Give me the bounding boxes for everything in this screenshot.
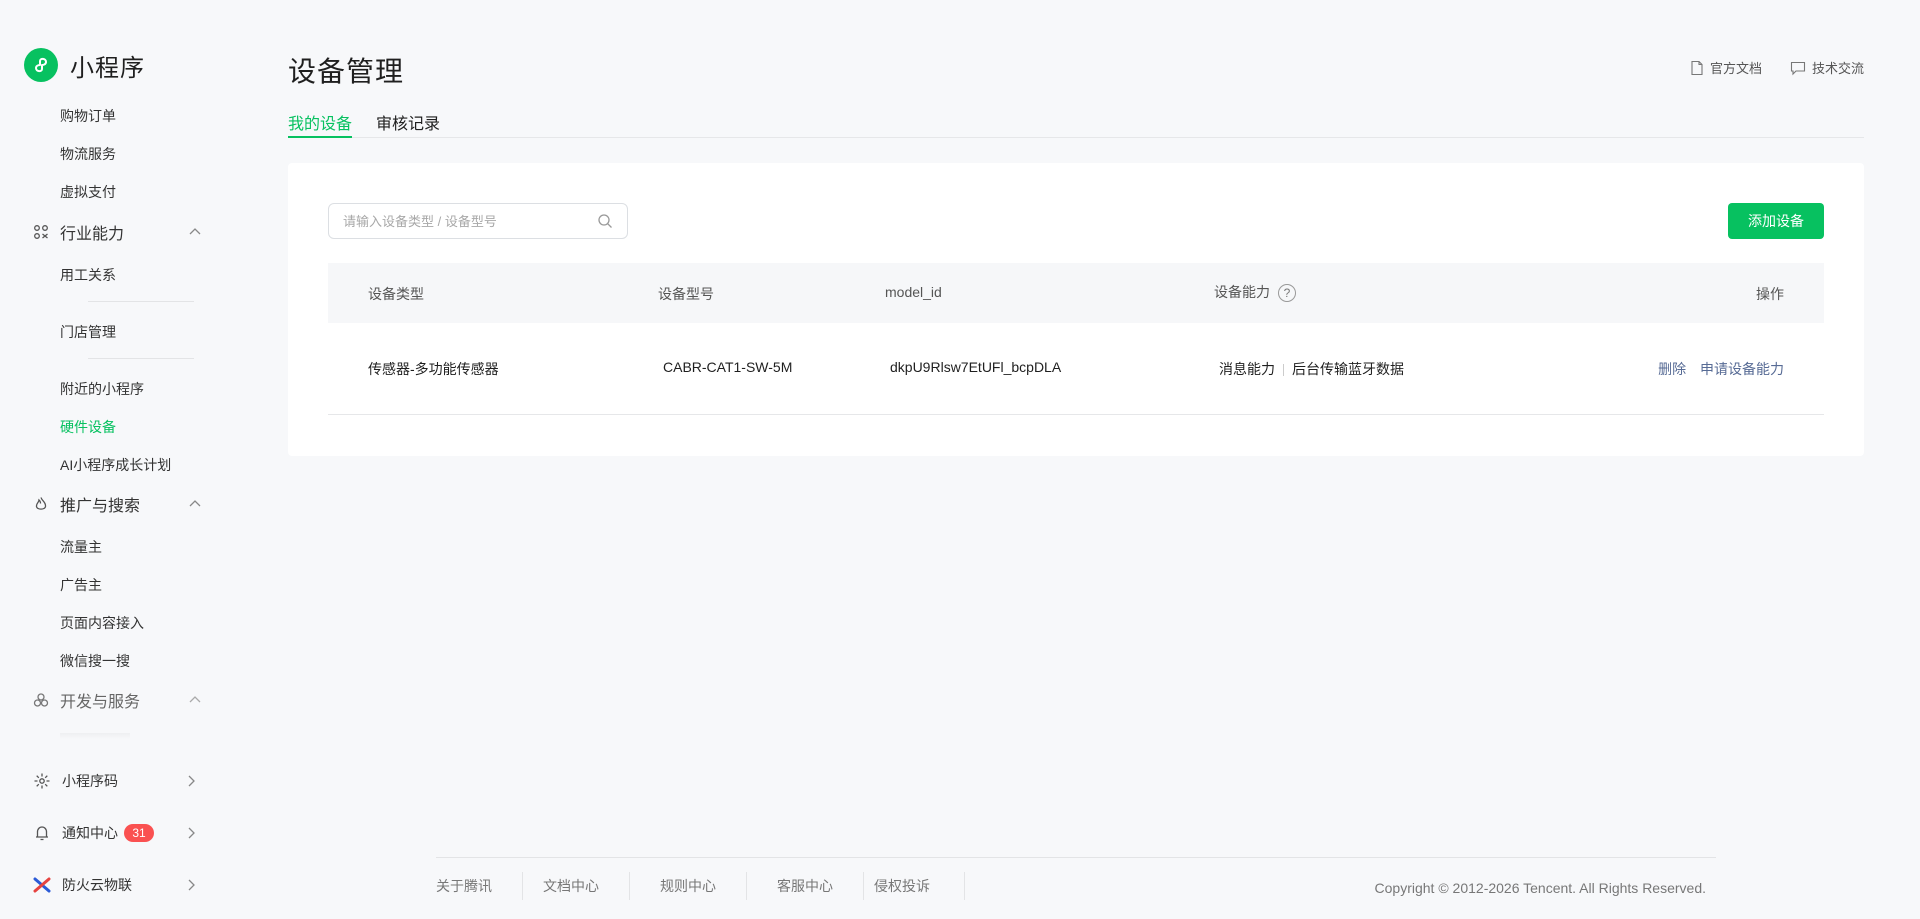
column-header-type: 设备类型: [368, 286, 424, 302]
bell-icon: [32, 823, 52, 843]
sidebar-group-industry[interactable]: 行业能力: [32, 220, 202, 244]
notification-count-badge: 31: [124, 824, 154, 842]
chevron-up-icon[interactable]: [188, 693, 202, 707]
sidebar-item-traffic-owner[interactable]: 流量主: [60, 537, 102, 557]
copyright: Copyright © 2012-2026 Tencent. All Right…: [1374, 880, 1706, 896]
add-device-button[interactable]: 添加设备: [1728, 203, 1824, 239]
sidebar-group-label: 开发与服务: [60, 694, 141, 711]
tab-my-devices[interactable]: 我的设备: [288, 110, 353, 138]
sidebar-item-page-content[interactable]: 页面内容接入: [60, 613, 144, 633]
sidebar-group-promotion[interactable]: 推广与搜索: [32, 492, 202, 516]
capability-tag: 后台传输蓝牙数据: [1292, 361, 1404, 377]
tab-review-records[interactable]: 审核记录: [376, 110, 440, 138]
cell-actions: 删除 申请设备能力: [1658, 359, 1784, 379]
column-header-label: 设备能力: [1214, 284, 1270, 300]
sidebar: 小程序 购物订单 物流服务 虚拟支付 行业能力 用工关系 门店管理 附近的小程序…: [0, 0, 220, 919]
sidebar-item-qrcode[interactable]: 小程序码: [32, 769, 198, 793]
document-icon: [1691, 60, 1703, 75]
miniprogram-logo-icon: [24, 48, 58, 82]
divider: [88, 301, 194, 302]
top-links: 官方文档 技术交流: [1690, 58, 1864, 77]
sidebar-item-account[interactable]: 防火云物联: [32, 873, 198, 897]
delete-link[interactable]: 删除: [1658, 361, 1686, 377]
column-header-model: 设备型号: [658, 286, 714, 302]
search-icon[interactable]: [597, 213, 613, 229]
app-logo-icon: [32, 875, 52, 895]
sidebar-item-shopping-orders[interactable]: 购物订单: [60, 106, 116, 126]
footer-link-docs[interactable]: 文档中心: [523, 872, 630, 900]
sidebar-group-label: 行业能力: [60, 226, 125, 243]
sidebar-item-store-management[interactable]: 门店管理: [60, 322, 116, 342]
link-label: 技术交流: [1811, 61, 1864, 76]
column-header-actions: 操作: [1756, 286, 1784, 302]
scroll-fade: [60, 733, 130, 739]
sidebar-item-advertiser[interactable]: 广告主: [60, 575, 102, 595]
cell-capabilities: 消息能力 后台传输蓝牙数据: [1219, 359, 1404, 379]
search-input[interactable]: [343, 213, 597, 229]
chat-icon: [1790, 61, 1806, 75]
sidebar-group-dev-services[interactable]: 开发与服务: [32, 688, 202, 712]
chevron-right-icon: [188, 879, 195, 891]
footer-links: 关于腾讯 文档中心 规则中心 客服中心 侵权投诉: [436, 872, 965, 900]
fire-icon: [32, 495, 50, 513]
qrcode-icon: [32, 771, 52, 791]
table-row: 传感器-多功能传感器 CABR-CAT1-SW-5M dkpU9Rlsw7EtU…: [328, 323, 1824, 415]
chevron-up-icon[interactable]: [188, 225, 202, 239]
table-header: 设备类型 设备型号 model_id 设备能力? 操作: [328, 263, 1824, 323]
sidebar-item-wechat-search[interactable]: 微信搜一搜: [60, 651, 130, 671]
cell-device-model: CABR-CAT1-SW-5M: [663, 359, 793, 375]
brand[interactable]: 小程序: [24, 48, 145, 82]
sidebar-item-virtual-payment[interactable]: 虚拟支付: [60, 182, 116, 202]
help-icon[interactable]: ?: [1278, 284, 1296, 303]
industry-icon: [32, 223, 50, 241]
search-box: [328, 203, 628, 239]
sidebar-item-logistics[interactable]: 物流服务: [60, 144, 116, 164]
tab-bar: 我的设备 审核记录: [288, 110, 1864, 138]
chevron-right-icon: [188, 775, 195, 787]
sidebar-item-ai-growth-plan[interactable]: AI小程序成长计划: [60, 455, 171, 475]
device-card: 添加设备 设备类型 设备型号 model_id 设备能力? 操作 传感器-多功能…: [288, 163, 1864, 456]
link-label: 官方文档: [1709, 61, 1762, 76]
dev-icon: [32, 691, 50, 709]
chevron-up-icon[interactable]: [188, 497, 202, 511]
column-header-model-id: model_id: [885, 284, 942, 300]
footer-link-complaints[interactable]: 侵权投诉: [864, 872, 965, 900]
sidebar-group-label: 推广与搜索: [60, 498, 141, 515]
sidebar-item-hardware-device[interactable]: 硬件设备: [60, 417, 116, 437]
footer: 关于腾讯 文档中心 规则中心 客服中心 侵权投诉 Copyright © 201…: [436, 857, 1716, 907]
sidebar-item-notifications[interactable]: 通知中心 31: [32, 821, 198, 845]
cell-model-id: dkpU9Rlsw7EtUFl_bcpDLA: [890, 359, 1062, 375]
sidebar-item-label: 小程序码: [62, 773, 118, 789]
apply-capability-link[interactable]: 申请设备能力: [1700, 361, 1784, 377]
column-header-capability: 设备能力?: [1214, 282, 1296, 303]
chevron-right-icon: [188, 827, 195, 839]
separator: [1283, 364, 1284, 377]
tech-community-link[interactable]: 技术交流: [1790, 58, 1864, 77]
footer-link-rules[interactable]: 规则中心: [630, 872, 747, 900]
capability-tag: 消息能力: [1219, 361, 1275, 377]
footer-link-about[interactable]: 关于腾讯: [436, 872, 523, 900]
cell-device-type: 传感器-多功能传感器: [368, 361, 499, 377]
sidebar-item-nearby-miniprogram[interactable]: 附近的小程序: [60, 379, 144, 399]
page-title: 设备管理: [288, 56, 405, 87]
official-docs-link[interactable]: 官方文档: [1690, 58, 1762, 77]
footer-link-support[interactable]: 客服中心: [747, 872, 864, 900]
sidebar-item-label: 通知中心: [62, 825, 118, 841]
divider: [88, 358, 194, 359]
sidebar-item-label: 防火云物联: [62, 877, 132, 893]
sidebar-item-employment[interactable]: 用工关系: [60, 265, 116, 285]
brand-name: 小程序: [70, 54, 145, 82]
